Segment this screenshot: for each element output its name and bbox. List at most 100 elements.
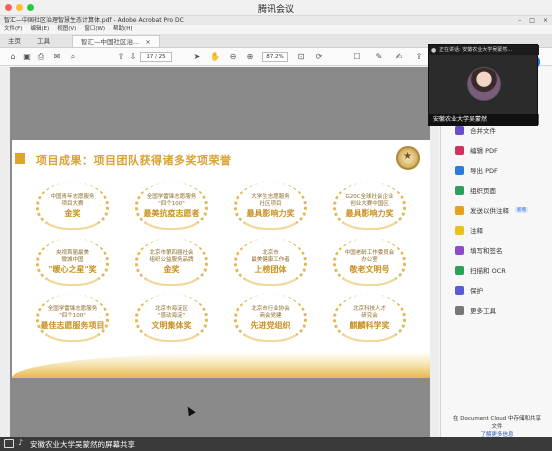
acrobat-title-text: 智汇—中国社区治理智慧生态计算体.pdf - Adobe Acrobat Pro…: [4, 17, 184, 24]
menu-help[interactable]: 帮助(H): [113, 25, 132, 34]
award-line-1: 北京市: [262, 249, 279, 256]
award-line-2: 微城中国: [61, 256, 84, 263]
tool-icon: [455, 185, 464, 195]
tool-icon: [455, 285, 464, 295]
minimize-icon[interactable]: –: [518, 16, 521, 25]
award-item: 中国青年志愿服务 项目大赛 金奖: [26, 182, 119, 230]
award-line-2: 项目大赛: [61, 200, 84, 207]
search-icon[interactable]: ⌕: [68, 52, 78, 62]
home-icon[interactable]: ⌂: [8, 52, 18, 62]
cursor-tool-icon[interactable]: ➤: [192, 52, 202, 62]
award-title: 文明集体奖: [151, 320, 192, 330]
prev-page-icon[interactable]: ⇧: [116, 52, 126, 62]
tab-home[interactable]: 主页: [0, 35, 29, 47]
award-line-2: 办公室: [361, 256, 378, 263]
award-line-2: 研究会: [361, 312, 378, 319]
tool-item[interactable]: 填写和签名: [441, 240, 552, 260]
award-line-2: "四个100": [158, 200, 185, 207]
left-nav-pane[interactable]: [0, 67, 10, 437]
page-number-field[interactable]: 17 / 25: [140, 52, 172, 62]
awards-grid: 中国青年志愿服务 项目大赛 金奖 全国学雷锋志愿服务 "四个100" 最美抗疫志愿者 大…: [26, 182, 416, 342]
award-line-1: 北京科技人才: [352, 305, 386, 312]
tool-icon: [455, 125, 464, 135]
pdf-page: 项目成果：项目团队获得诸多奖项荣誉 中国青年志愿服务项目大赛金奖 全国学雷锋志愿…: [12, 140, 430, 378]
award-item: 北京市行业协会 商会党建 先进党组织: [224, 294, 317, 342]
tool-item[interactable]: 更多工具: [441, 300, 552, 320]
close-icon[interactable]: ×: [543, 16, 548, 25]
tool-item[interactable]: 扫描和 OCR: [441, 260, 552, 280]
tool-item[interactable]: 注释: [441, 220, 552, 240]
award-item: 北京市 最美健康工作者 上榜团体: [224, 238, 317, 286]
menu-file[interactable]: 文件(F): [4, 25, 22, 34]
sign-icon[interactable]: ✍: [394, 52, 404, 62]
award-title: 金奖: [163, 264, 180, 274]
tool-icon: [455, 165, 464, 175]
zoom-out-icon[interactable]: ⊖: [228, 52, 238, 62]
acrobat-menu-bar: 文件(F) 编辑(E) 视图(V) 窗口(W) 帮助(H): [0, 25, 552, 34]
participant-name: 安徽农业大学吴蒙然: [429, 114, 539, 125]
print-icon[interactable]: ⎙: [36, 52, 46, 62]
screen-share-status-bar: ♪ 安徽农业大学吴蒙然的屏幕共享: [0, 437, 552, 451]
menu-edit[interactable]: 编辑(E): [30, 25, 49, 34]
award-line-2: "感动海淀": [157, 312, 186, 319]
acrobat-window-title: 智汇—中国社区治理智慧生态计算体.pdf - Adobe Acrobat Pro…: [0, 16, 552, 25]
heading-marker: [15, 153, 25, 164]
share-icon[interactable]: ⇪: [414, 52, 424, 62]
award-item: 全国学雷锋志愿服务 "四个100" 最美抗疫志愿者: [125, 182, 218, 230]
tab-close-icon[interactable]: ×: [145, 36, 150, 47]
award-title: 最佳志愿服务项目: [40, 320, 105, 330]
tab-tools[interactable]: 工具: [29, 35, 58, 47]
award-title: 最具影响力奖: [246, 208, 295, 218]
restore-icon[interactable]: □: [529, 16, 535, 25]
tool-icon: [455, 265, 464, 275]
award-line-1: 北京市行业协会: [251, 305, 290, 312]
meeting-app-title: 腾讯会议: [257, 5, 294, 15]
mail-icon[interactable]: ✉: [52, 52, 62, 62]
tool-label: 编辑 PDF: [470, 147, 498, 155]
award-title: 敬老文明号: [349, 264, 390, 274]
zoom-level-field[interactable]: 87.2%: [262, 52, 288, 62]
screen-share-label: 安徽农业大学吴蒙然的屏幕共享: [30, 440, 135, 449]
award-line-2: 组织公益服务品牌: [149, 256, 194, 263]
fit-page-icon[interactable]: ⊡: [296, 52, 306, 62]
mic-icon: ♪: [18, 438, 24, 447]
tool-item[interactable]: 保护: [441, 280, 552, 300]
tools-list: 合并文件 编辑 PDF 导出 PDF 组织页面 发送以供注释 新增 注释 填写和签名 扫描和 O…: [441, 120, 552, 320]
tab-document-label: 智汇—中国社区治...: [81, 38, 140, 46]
zoom-in-icon[interactable]: ⊕: [245, 52, 255, 62]
tool-icon: [455, 225, 464, 235]
tool-icon: [455, 145, 464, 155]
slide-header: 项目成果：项目团队获得诸多奖项荣誉: [12, 150, 412, 168]
award-title: 金奖: [64, 208, 81, 218]
slide-heading: 项目成果：项目团队获得诸多奖项荣誉: [36, 154, 232, 167]
award-line-2: "四个100": [59, 312, 86, 319]
document-cloud-promo: 在 Document Cloud 中存储和共享 文件 了解更多信息: [441, 415, 552, 439]
tool-item[interactable]: 组织页面: [441, 180, 552, 200]
award-item: 中国老龄工作委员会 办公室 敬老文明号: [323, 238, 416, 286]
award-line-2: 创业大赛中国区: [350, 200, 389, 207]
tab-document[interactable]: 智汇—中国社区治... ×: [72, 35, 160, 47]
tool-item[interactable]: 编辑 PDF: [441, 140, 552, 160]
award-item: 大学生志愿服务 社区项目 最具影响力奖: [224, 182, 317, 230]
acrobat-window-buttons: – □ ×: [518, 16, 548, 25]
award-line-1: 大学生志愿服务: [251, 193, 290, 200]
tool-item[interactable]: 导出 PDF: [441, 160, 552, 180]
comment-icon[interactable]: ☐: [352, 52, 362, 62]
tool-label: 更多工具: [470, 307, 496, 315]
award-title: 最美抗疫志愿者: [143, 208, 200, 218]
award-title: 上榜团体: [254, 264, 287, 274]
tool-label: 填写和签名: [470, 247, 503, 255]
award-item: 央视首届最美 微城中国 "暖心之星"奖: [26, 238, 119, 286]
rotate-icon[interactable]: ⟳: [314, 52, 324, 62]
next-page-icon[interactable]: ⇩: [128, 52, 138, 62]
save-icon[interactable]: ▣: [22, 52, 32, 62]
speaking-indicator: 正在讲话: 安徽农业大学吴蒙然...: [429, 45, 539, 55]
tool-item[interactable]: 发送以供注释 新增: [441, 200, 552, 220]
hand-tool-icon[interactable]: ✋: [210, 52, 220, 62]
menu-view[interactable]: 视图(V): [57, 25, 76, 34]
pen-icon[interactable]: ✎: [374, 52, 384, 62]
award-title: 最具影响力奖: [345, 208, 394, 218]
menu-window[interactable]: 窗口(W): [84, 25, 105, 34]
participant-video-tile[interactable]: 正在讲话: 安徽农业大学吴蒙然... ● 安徽农业大学吴蒙然: [428, 44, 539, 126]
award-line-2: 最美健康工作者: [251, 256, 290, 263]
